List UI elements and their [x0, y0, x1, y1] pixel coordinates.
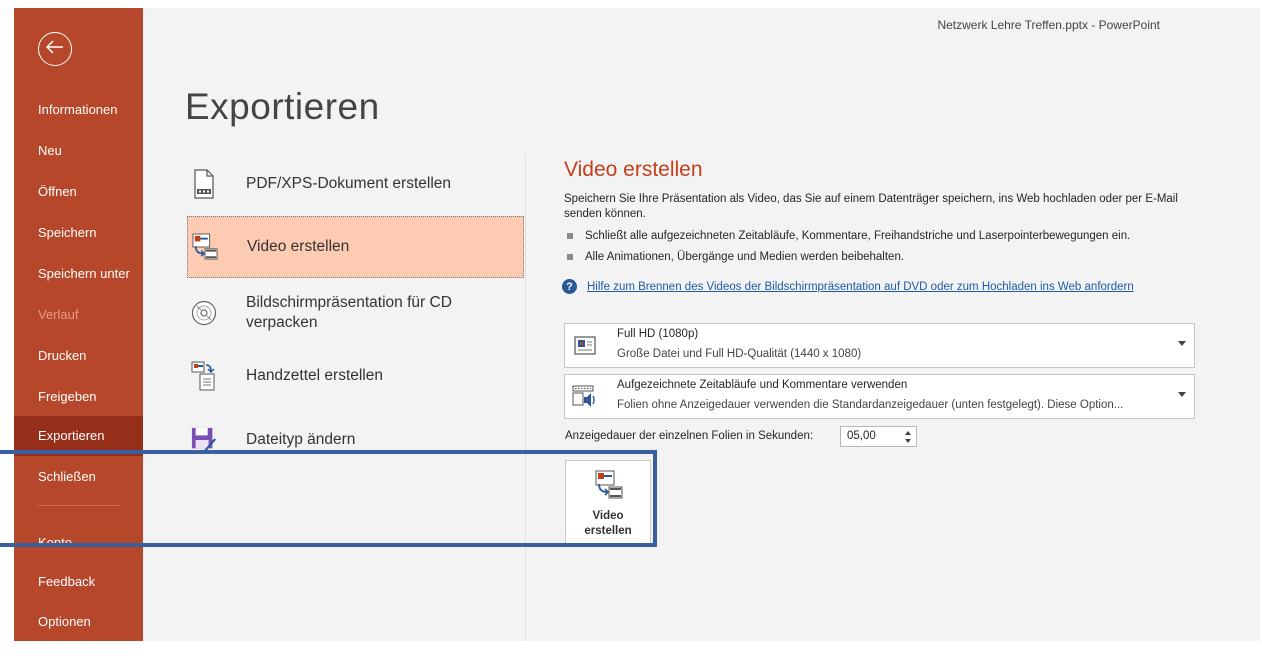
slide-quality-icon	[571, 332, 599, 360]
nav-freigeben[interactable]: Freigeben	[14, 377, 143, 417]
nav-speichern[interactable]: Speichern	[14, 213, 143, 253]
create-video-label-line1: Video	[592, 510, 624, 522]
create-video-label-line2: erstellen	[584, 525, 632, 537]
chevron-down-icon	[1178, 392, 1186, 397]
bullet-square	[567, 254, 573, 260]
bullet-item: Alle Animationen, Übergänge und Medien w…	[564, 251, 904, 263]
spin-up-icon[interactable]	[905, 431, 911, 435]
nav-divider	[38, 505, 120, 506]
nav-neu[interactable]: Neu	[14, 131, 143, 171]
bullet-text: Alle Animationen, Übergänge und Medien w…	[585, 251, 905, 263]
option-cd-package-label-line2: verpacken	[246, 314, 318, 331]
create-video-button-label: Video erstellen	[566, 509, 650, 539]
option-pdf-xps[interactable]: PDF/XPS-Dokument erstellen	[187, 160, 524, 208]
nav-drucken[interactable]: Drucken	[14, 336, 143, 376]
video-panel-description: Speichern Sie Ihre Präsentation als Vide…	[564, 193, 1178, 220]
help-question-icon: ?	[562, 279, 577, 294]
spin-down-icon[interactable]	[905, 439, 911, 443]
option-cd-package-label-line1: Bildschirmpräsentation für CD	[246, 294, 452, 311]
annotation-line-bottom	[0, 543, 657, 547]
back-button[interactable]	[38, 32, 72, 66]
pdf-document-icon	[191, 168, 217, 200]
quality-dropdown-title: Full HD (1080p)	[617, 328, 699, 340]
option-pdf-xps-label: PDF/XPS-Dokument erstellen	[246, 175, 452, 192]
bullet-square	[567, 233, 573, 239]
video-icon	[594, 470, 624, 500]
nav-oeffnen[interactable]: Öffnen	[14, 172, 143, 212]
nav-informationen[interactable]: Informationen	[14, 90, 143, 130]
annotation-line-top	[0, 450, 657, 454]
window-left-edge	[0, 8, 14, 665]
nav-verlauf: Verlauf	[38, 307, 79, 322]
option-handout[interactable]: Handzettel erstellen	[187, 352, 524, 400]
timing-dropdown-subtitle: Folien ohne Anzeigedauer verwenden die S…	[617, 399, 1124, 411]
option-change-file-type[interactable]: Dateityp ändern	[187, 416, 524, 464]
duration-value: 05,00	[847, 430, 876, 442]
nav-speichern-unter[interactable]: Speichern unter	[14, 254, 143, 294]
window-title: Netzwerk Lehre Treffen.pptx - PowerPoint	[937, 18, 1160, 32]
cd-icon	[191, 297, 217, 329]
timing-dropdown-title: Aufgezeichnete Zeitabläufe und Kommentar…	[617, 379, 908, 391]
quality-dropdown-subtitle: Große Datei und Full HD-Qualität (1440 x…	[617, 348, 862, 360]
help-row: ? Hilfe zum Brennen des Videos der Bilds…	[562, 279, 1134, 294]
option-cd-package-label: Bildschirmpräsentation für CD verpacken	[246, 293, 452, 333]
option-cd-package[interactable]: Bildschirmpräsentation für CD verpacken	[187, 286, 524, 340]
page-title: Exportieren	[185, 86, 380, 127]
narration-icon	[571, 383, 599, 411]
handout-icon	[191, 360, 217, 392]
bullet-text: Schließt alle aufgezeichneten Zeitabläuf…	[585, 230, 1131, 242]
video-panel-title: Video erstellen	[564, 158, 703, 181]
nav-feedback[interactable]: Feedback	[14, 562, 143, 602]
window-bottom-edge	[14, 641, 1260, 665]
back-arrow-icon	[45, 39, 64, 59]
duration-label: Anzeigedauer der einzelnen Folien in Sek…	[565, 430, 814, 442]
chevron-down-icon	[1178, 341, 1186, 346]
quality-dropdown[interactable]: Full HD (1080p) Große Datei und Full HD-…	[564, 323, 1195, 368]
option-handout-label: Handzettel erstellen	[246, 367, 383, 384]
option-video-label: Video erstellen	[247, 238, 350, 255]
create-video-button[interactable]: Video erstellen	[565, 460, 651, 546]
nav-optionen[interactable]: Optionen	[14, 602, 143, 642]
option-change-file-type-label: Dateityp ändern	[246, 431, 356, 448]
column-divider	[525, 154, 526, 641]
video-icon	[192, 231, 218, 263]
annotation-line-right	[653, 450, 657, 547]
option-video[interactable]: Video erstellen	[187, 216, 524, 278]
help-link[interactable]: Hilfe zum Brennen des Videos der Bildsch…	[587, 281, 1134, 293]
nav-schliessen[interactable]: Schließen	[14, 457, 143, 497]
bullet-item: Schließt alle aufgezeichneten Zeitabläuf…	[564, 230, 1130, 242]
timing-dropdown[interactable]: Aufgezeichnete Zeitabläufe und Kommentar…	[564, 374, 1195, 419]
duration-spinner[interactable]: 05,00	[840, 426, 917, 447]
